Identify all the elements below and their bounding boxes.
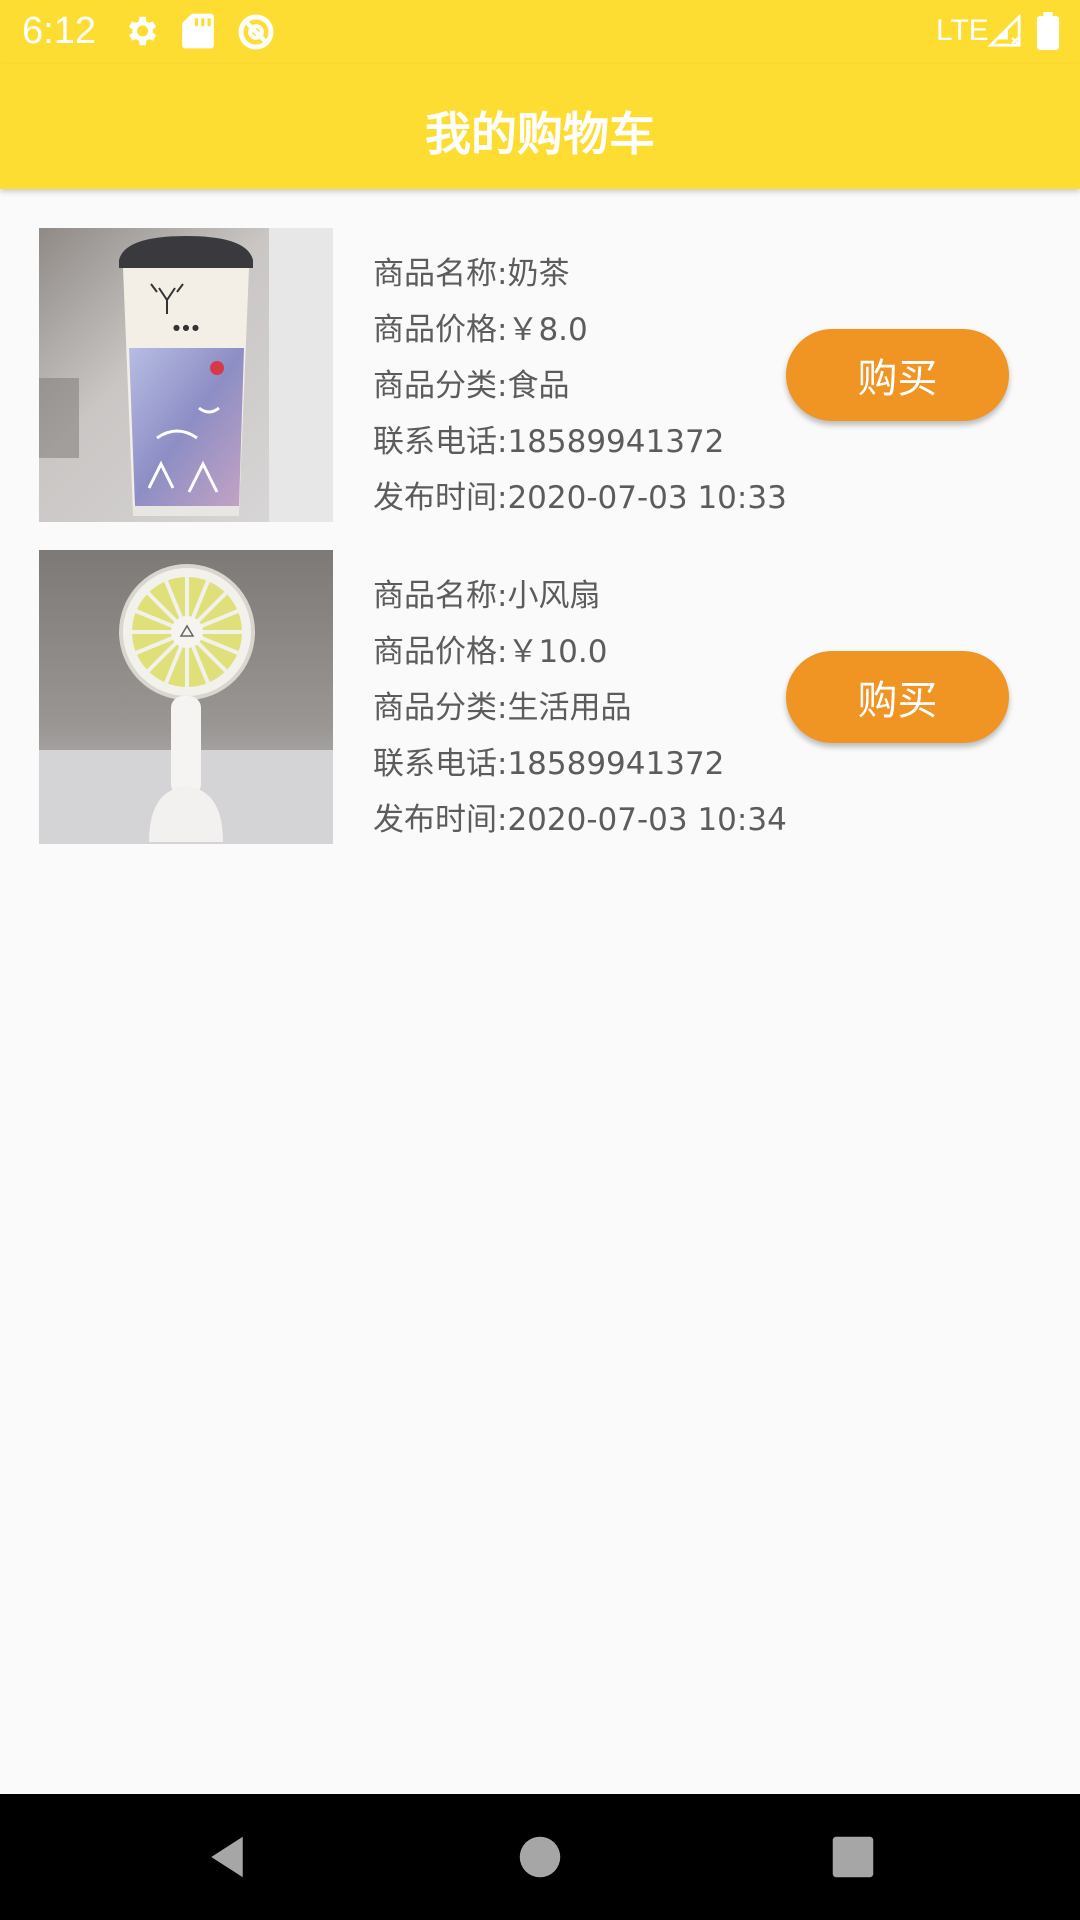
product-price: 商品价格:￥10.0	[373, 634, 608, 670]
sd-card-icon	[182, 12, 214, 54]
signal-icon	[987, 13, 1022, 52]
product-image	[39, 550, 333, 844]
home-icon[interactable]	[513, 1830, 567, 1888]
publish-time: 发布时间:2020-07-03 10:33	[373, 480, 787, 516]
product-item: ● ● ● 商品名称:奶茶 商品价格:￥8.0 商品分类:食品 联系电话:185…	[0, 228, 1080, 522]
network-type: LTE	[936, 14, 989, 47]
status-time: 6:12	[22, 10, 96, 52]
product-name: 商品名称:奶茶	[373, 256, 570, 292]
back-icon[interactable]	[200, 1830, 254, 1888]
status-bar: 6:12 LTE	[0, 0, 1080, 64]
navigation-bar	[0, 1794, 1080, 1920]
product-info: 商品名称:小风扇 商品价格:￥10.0 商品分类:生活用品 联系电话:18589…	[373, 568, 787, 848]
settings-icon	[122, 12, 160, 54]
recents-icon[interactable]	[826, 1830, 880, 1888]
battery-icon	[1036, 12, 1060, 54]
product-info: 商品名称:奶茶 商品价格:￥8.0 商品分类:食品 联系电话:185899413…	[373, 246, 787, 526]
sync-icon	[236, 12, 276, 56]
buy-button[interactable]: 购买	[786, 651, 1009, 743]
page-title: 我的购物车	[425, 107, 655, 161]
publish-time: 发布时间:2020-07-03 10:34	[373, 802, 787, 838]
svg-text:● ● ●: ● ● ●	[173, 323, 199, 332]
app-bar: 我的购物车	[0, 64, 1080, 189]
contact-phone: 联系电话:18589941372	[373, 746, 725, 782]
product-item: 商品名称:小风扇 商品价格:￥10.0 商品分类:生活用品 联系电话:18589…	[0, 550, 1080, 844]
buy-button[interactable]: 购买	[786, 329, 1009, 421]
product-category: 商品分类:生活用品	[373, 690, 632, 726]
product-price: 商品价格:￥8.0	[373, 312, 588, 348]
product-image: ● ● ●	[39, 228, 333, 522]
product-name: 商品名称:小风扇	[373, 578, 601, 614]
product-category: 商品分类:食品	[373, 368, 570, 404]
contact-phone: 联系电话:18589941372	[373, 424, 725, 460]
